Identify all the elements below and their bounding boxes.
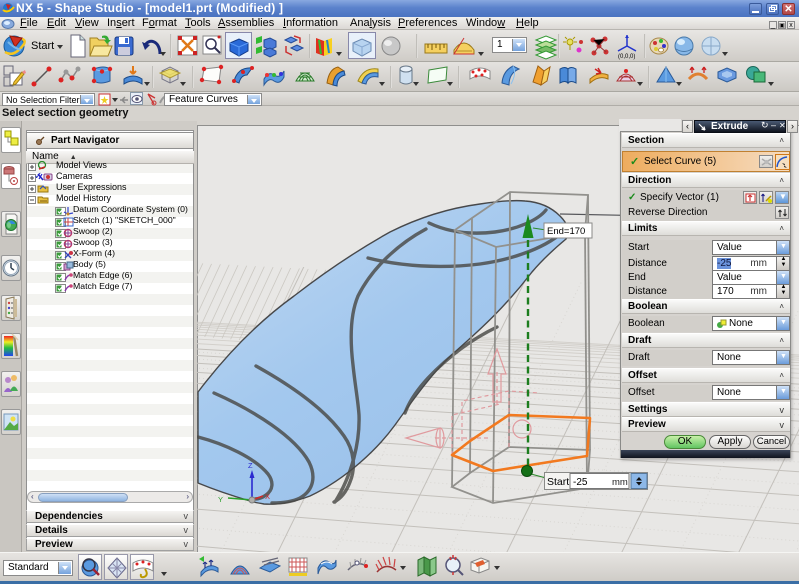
svg-text:-25: -25 [573, 477, 588, 488]
svg-text:X: X [265, 492, 270, 501]
svg-text:mm: mm [612, 477, 628, 488]
svg-text:Z: Z [248, 461, 253, 470]
svg-text:Start: Start [547, 476, 569, 488]
svg-text:(0,0,0): (0,0,0) [618, 54, 635, 60]
svg-text:Y: Y [218, 495, 223, 504]
svg-text:End=170: End=170 [547, 226, 585, 237]
